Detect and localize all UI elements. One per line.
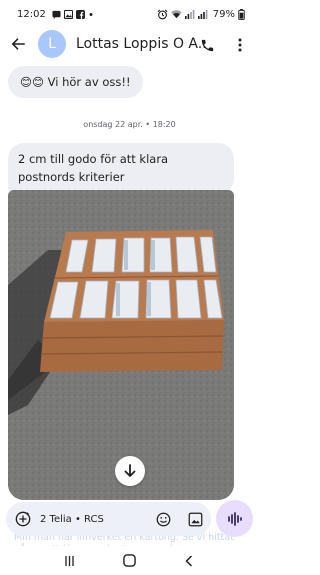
gallery-button[interactable]	[186, 510, 204, 528]
contact-avatar[interactable]: L	[38, 30, 66, 58]
back-nav-button[interactable]	[179, 551, 199, 571]
more-vertical-icon	[238, 38, 242, 52]
add-circle-icon	[15, 511, 31, 527]
signal-icon-2	[197, 10, 208, 19]
package-photo	[8, 190, 234, 500]
signal-icon	[184, 10, 195, 19]
message-bubble-received[interactable]: 2 cm till godo för att klara postnords k…	[8, 143, 234, 194]
date-separator: onsdag 22 apr. • 18:20	[83, 120, 176, 129]
emoji-icon	[156, 512, 170, 526]
add-attachment-button[interactable]	[8, 502, 38, 536]
waveform-icon	[227, 511, 242, 526]
scroll-to-bottom-button[interactable]	[115, 456, 145, 486]
status-bar: 12:02 79%	[0, 0, 259, 28]
call-button[interactable]	[196, 34, 218, 56]
facebook-icon	[75, 9, 85, 19]
app-bar: L Lottas Loppis O A...	[0, 28, 259, 60]
emoji-button[interactable]	[154, 510, 172, 528]
messages-icon	[52, 10, 61, 19]
arrow-left-icon	[11, 38, 25, 50]
arrow-down-icon	[124, 464, 136, 477]
phone-icon	[201, 39, 213, 51]
battery-percent: 79%	[212, 8, 235, 20]
message-bubble-received[interactable]: 😊😊 Vi hör av oss!!	[8, 66, 143, 98]
home-icon	[123, 554, 136, 567]
message-composer[interactable]: 2 Telia • RCS	[6, 502, 211, 536]
notification-icons	[52, 9, 94, 19]
dot-icon	[89, 12, 93, 16]
gallery-icon	[63, 9, 73, 19]
recents-button[interactable]	[60, 551, 80, 571]
status-right: 79%	[157, 8, 245, 20]
back-button[interactable]	[0, 28, 36, 60]
alarm-icon	[157, 9, 168, 19]
image-attachment[interactable]	[8, 190, 234, 500]
recents-icon	[65, 555, 74, 566]
battery-icon	[238, 8, 245, 20]
home-button[interactable]	[119, 551, 139, 571]
status-time: 12:02	[17, 8, 46, 20]
image-icon	[188, 512, 202, 526]
wifi-icon	[171, 10, 182, 19]
chevron-left-icon	[185, 554, 193, 567]
voice-message-button[interactable]	[216, 500, 253, 537]
system-navigation-bar	[0, 546, 259, 575]
sim-selector[interactable]: 2 Telia • RCS	[40, 514, 104, 525]
conversation-title[interactable]: Lottas Loppis O A...	[76, 36, 206, 52]
more-options-button[interactable]	[230, 34, 250, 56]
